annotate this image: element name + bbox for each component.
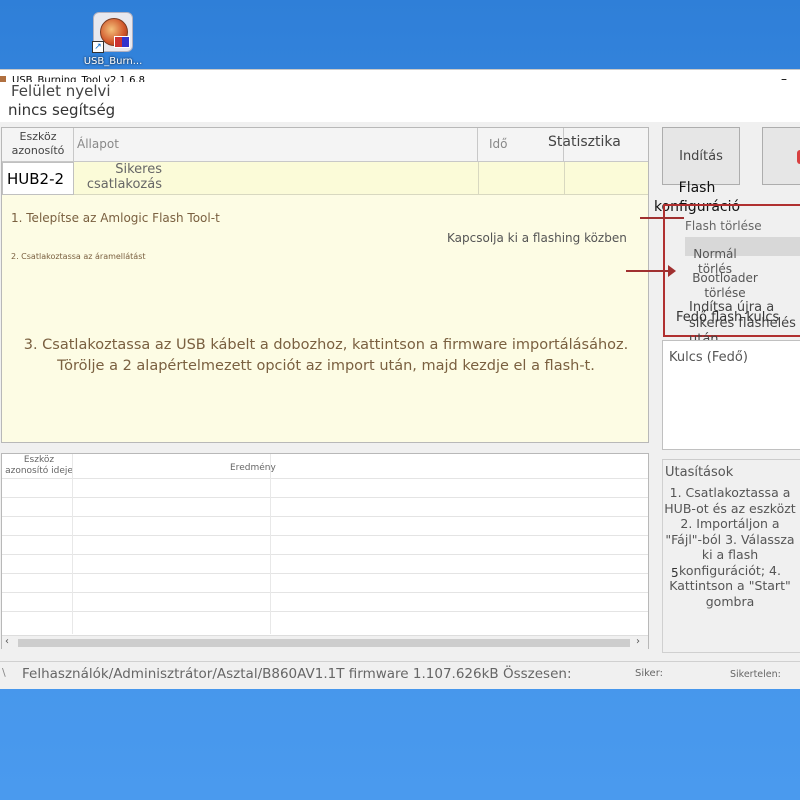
column-header-state[interactable]: Állapot [74, 128, 478, 162]
menu-help[interactable]: nincs segítség [8, 101, 115, 119]
row-divider [2, 573, 648, 574]
stop-button[interactable] [762, 127, 800, 185]
success-count-label: Siker: [635, 668, 664, 679]
scrollbar-thumb[interactable] [18, 639, 630, 647]
divider [662, 459, 800, 460]
scroll-right-icon[interactable]: › [636, 636, 640, 647]
row-divider [2, 535, 648, 536]
start-button[interactable]: Indítás [662, 127, 740, 185]
table-row[interactable]: HUB2-2 Sikeres csatlakozás [2, 162, 648, 195]
row-divider [2, 497, 648, 498]
device-table: Eszköz azonosító Állapot Idő Statisztika… [1, 127, 649, 443]
column-header-label: Statisztika [548, 134, 621, 150]
option-erase-bootloader[interactable]: Bootloader törlése [690, 271, 760, 301]
instruction-step-1: 1. Telepítse az Amlogic Flash Tool-t [11, 211, 220, 225]
status-bar: \ Felhasználók/Adminisztrátor/Asztal/B86… [0, 661, 800, 687]
column-header-stats[interactable]: Statisztika [548, 128, 648, 162]
flag-icon [114, 36, 130, 48]
column-divider [72, 454, 73, 634]
option-erase-flash[interactable]: Flash törlése [685, 220, 762, 233]
grip-icon: \ [2, 666, 6, 679]
desktop-app-icon[interactable]: ↗ USB_Burn... [82, 8, 144, 70]
column-divider [564, 162, 565, 195]
instruction-step-3: 3. Csatlakoztassa az USB kábelt a dobozh… [23, 337, 629, 374]
key-label: Kulcs (Fedő) [669, 350, 748, 365]
row-divider [2, 554, 648, 555]
column-header-device-id[interactable]: Eszköz azonosító [2, 128, 74, 162]
option-protect-key[interactable]: Fedő flash kulcs [676, 310, 779, 325]
firmware-path: Felhasználók/Adminisztrátor/Asztal/B860A… [22, 666, 572, 682]
flash-config-group: Flash törlése Normál törlés Bootloader t… [663, 204, 800, 347]
row-divider [2, 516, 648, 517]
app-window: USB_Burning_Tool v2.1.6.8 – Felület nyel… [0, 69, 800, 689]
annotation-arrow [640, 217, 684, 219]
arrow-head-icon [668, 265, 676, 277]
usb-burning-tool-icon: ↗ [92, 12, 133, 53]
instruction-note: Kapcsolja ki a flashing közben [447, 231, 627, 245]
row-divider [2, 478, 648, 479]
column-header-device-time[interactable]: Eszköz azonosító ideje [4, 455, 74, 477]
instructions-text: 1. Csatlakoztassa a HUB-ot és az eszközt… [664, 485, 796, 609]
annotation-arrow [626, 265, 676, 277]
key-panel: Kulcs (Fedő) [662, 340, 800, 450]
shortcut-arrow-icon: ↗ [92, 41, 104, 53]
horizontal-scrollbar[interactable]: ‹ › [2, 635, 648, 649]
instructions-title: Utasítások [665, 465, 734, 480]
column-header-result[interactable]: Eredmény [230, 463, 276, 473]
result-table: Eszköz azonosító ideje Eredmény ‹ › [1, 453, 649, 649]
desktop-icon-label: USB_Burn... [83, 56, 143, 67]
menu-bar: Felület nyelvi nincs segítség [0, 82, 800, 122]
fail-count-label: Sikertelen: [730, 669, 781, 680]
menu-language[interactable]: Felület nyelvi [11, 82, 111, 100]
row-divider [2, 592, 648, 593]
instruction-step-2: 2. Csatlakoztassa az áramellátást [11, 252, 146, 261]
column-header-label: Eszköz azonosító [11, 130, 65, 157]
device-state-cell: Sikeres csatlakozás [86, 162, 162, 192]
column-header-label: Idő [489, 137, 508, 151]
column-header-label: Állapot [77, 137, 119, 151]
column-divider [270, 454, 271, 634]
scroll-left-icon[interactable]: ‹ [5, 636, 9, 647]
row-divider [2, 611, 648, 612]
column-divider [478, 162, 479, 195]
side-number: 5 [671, 566, 679, 580]
